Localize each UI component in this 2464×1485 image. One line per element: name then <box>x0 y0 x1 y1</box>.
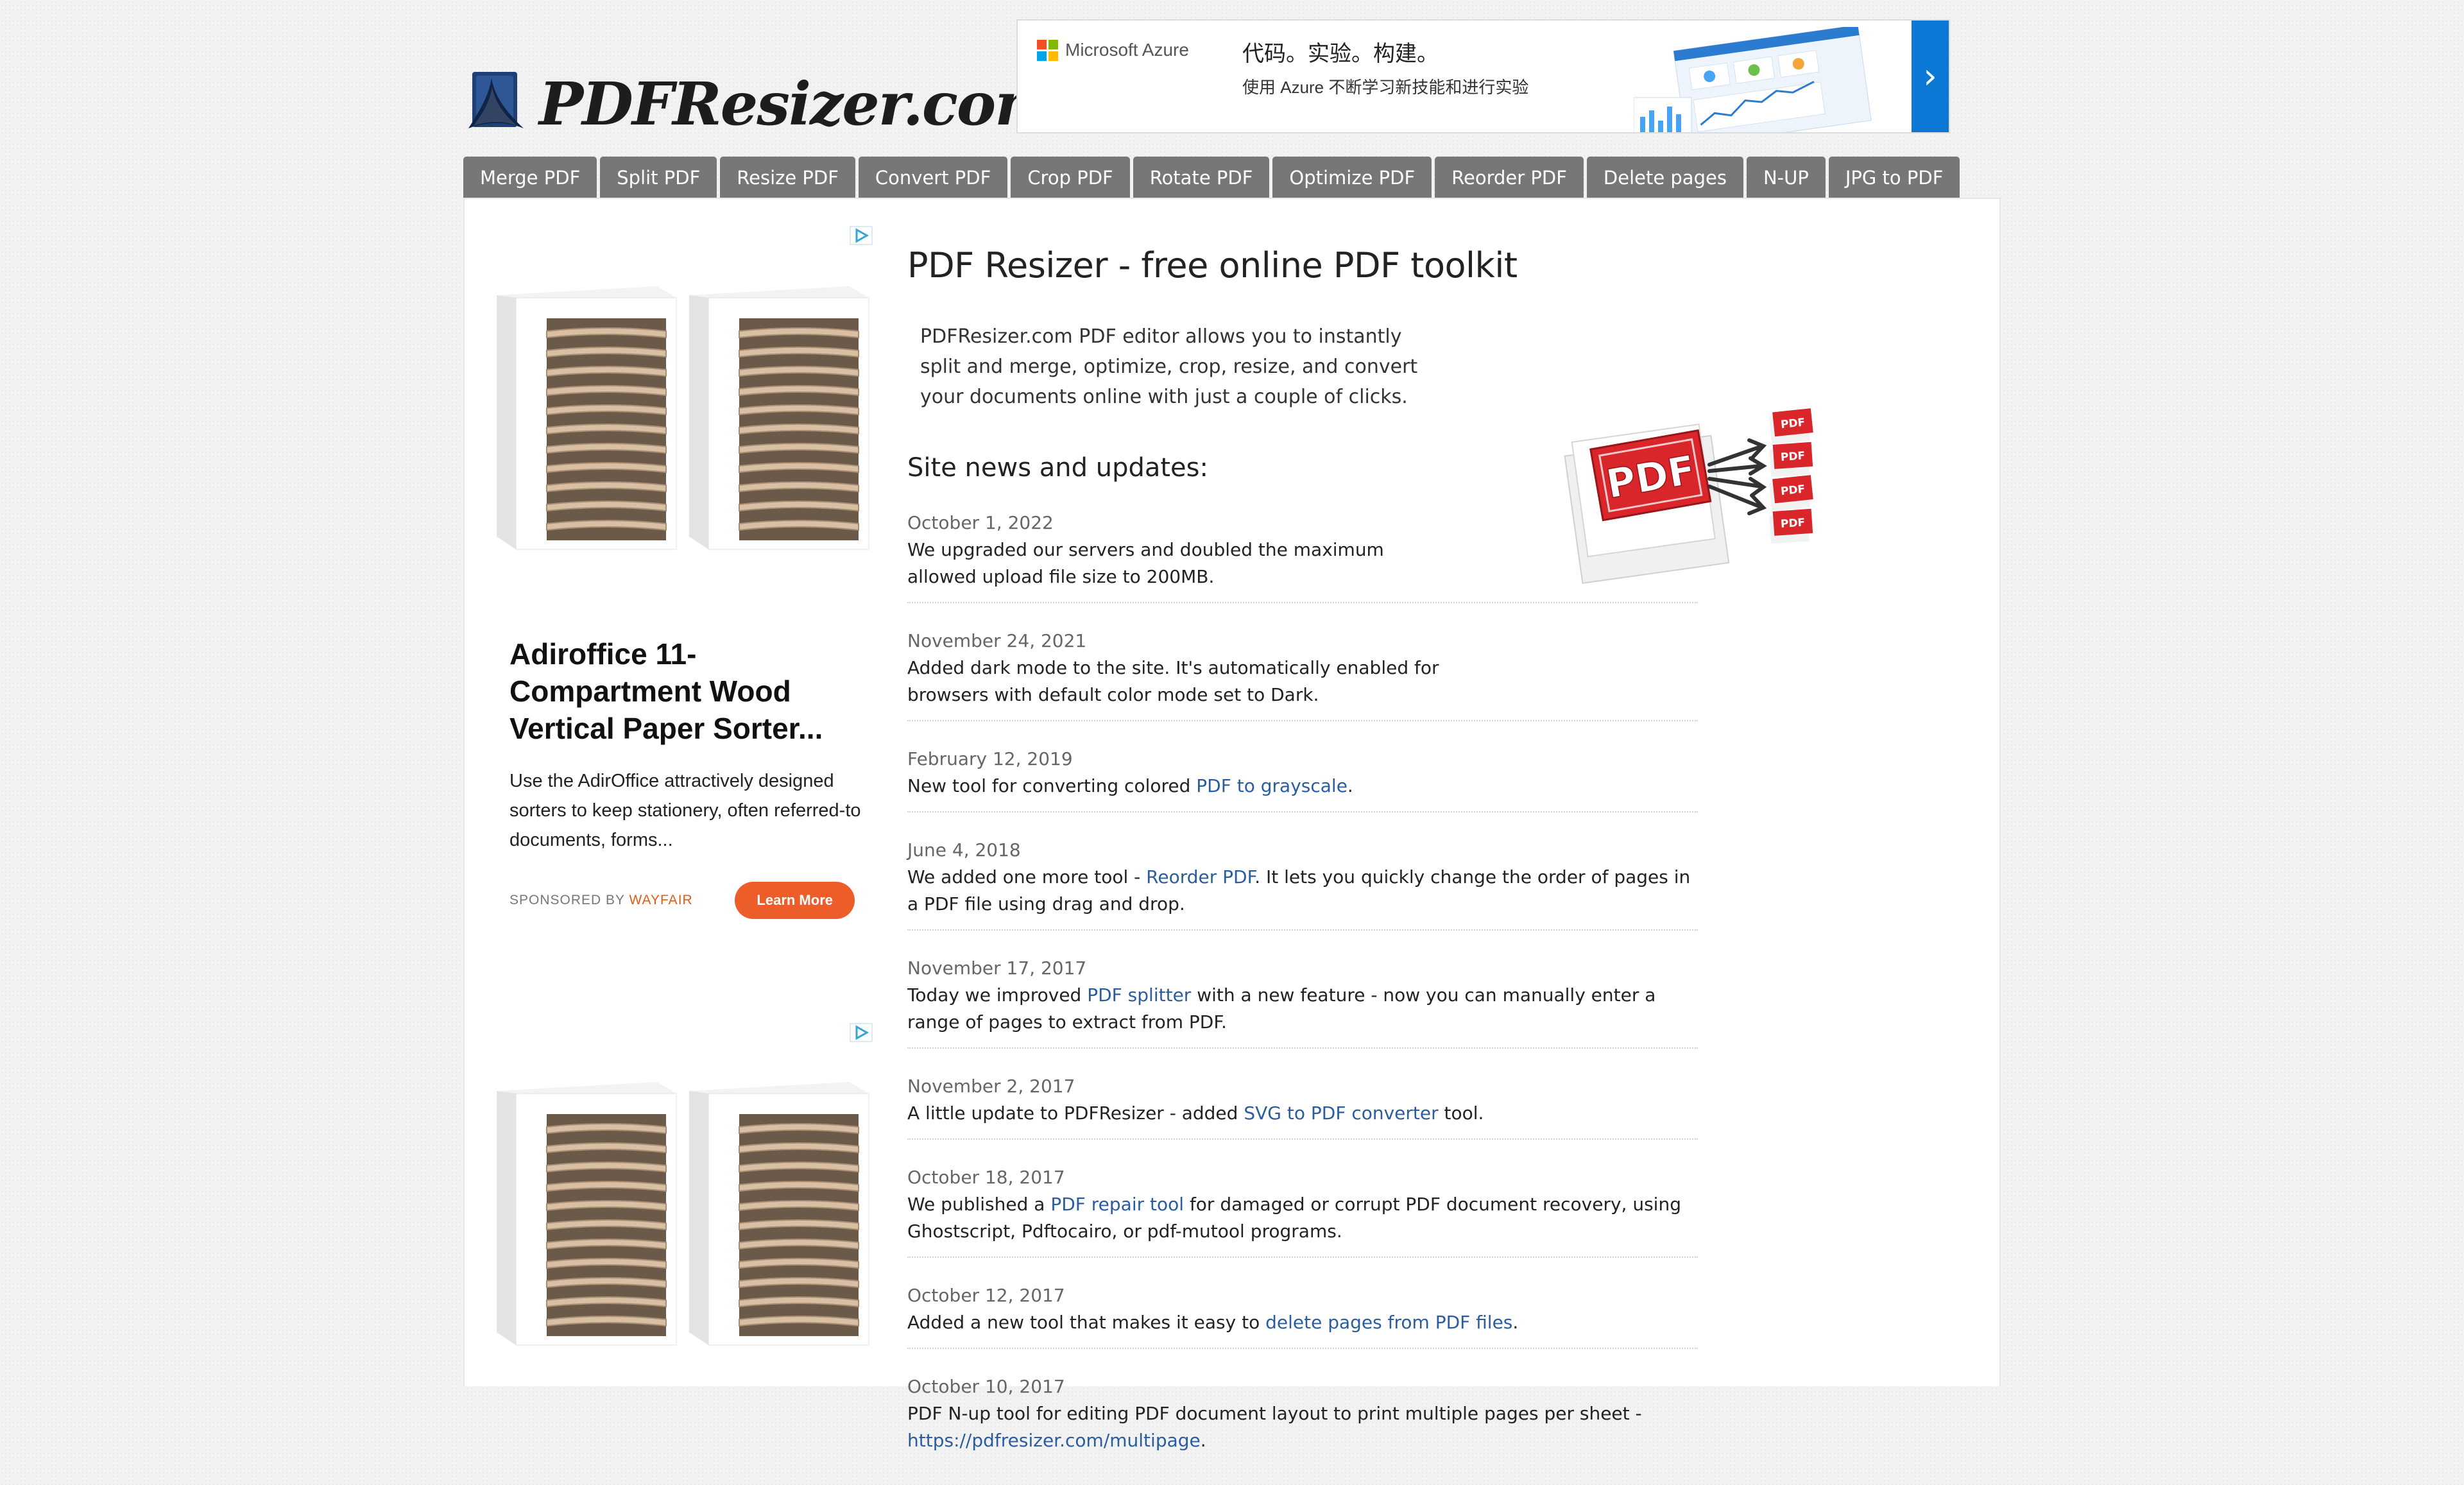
banner-ad-dashboard-image <box>1634 27 1872 132</box>
page: PDFResizer.com Microsoft Azure 代码。实验。构建。… <box>0 0 2464 1451</box>
news-text-part: . <box>1512 1312 1519 1333</box>
banner-ad-headline: 代码。实验。构建。 <box>1242 42 1439 66</box>
news-text: Added dark mode to the site. It's automa… <box>907 655 1440 708</box>
chevron-right-icon[interactable]: › <box>1912 21 1949 132</box>
side-ad-footer: SPONSORED BY WAYFAIR Learn More <box>509 882 855 919</box>
small-pdf-label: PDF <box>1780 450 1805 465</box>
news-text: We added one more tool - Reorder PDF. It… <box>907 864 1698 918</box>
news-text: We published a PDF repair tool for damag… <box>907 1191 1698 1245</box>
multipage-link[interactable]: https://pdfresizer.com/multipage <box>907 1430 1201 1451</box>
main-nav: Merge PDF Split PDF Resize PDF Convert P… <box>463 157 1960 198</box>
adobe-pdf-logo-icon <box>468 72 524 128</box>
content-panel: Adiroffice 11-Compartment Wood Vertical … <box>463 198 2001 1451</box>
side-ad-card: Adiroffice 11-Compartment Wood Vertical … <box>509 635 869 919</box>
news-text-part: A little update to PDFResizer - added <box>907 1103 1244 1124</box>
microsoft-logo-icon <box>1037 40 1059 62</box>
small-pdf-label: PDF <box>1780 517 1805 531</box>
news-text: Today we improved PDF splitter with a ne… <box>907 982 1698 1036</box>
news-text: Added a new tool that makes it easy to d… <box>907 1309 1698 1336</box>
nav-tab-n-up[interactable]: N-UP <box>1746 157 1826 198</box>
pdf-splitter-link[interactable]: PDF splitter <box>1087 984 1191 1006</box>
news-text: We upgraded our servers and doubled the … <box>907 536 1440 590</box>
news-item: November 2, 2017 A little update to PDFR… <box>907 1068 1698 1140</box>
news-list: October 1, 2022 We upgraded our servers … <box>907 504 1698 1466</box>
reorder-pdf-link[interactable]: Reorder PDF <box>1146 866 1254 888</box>
nav-tab-split-pdf[interactable]: Split PDF <box>600 157 717 198</box>
sponsored-by-label: SPONSORED BY <box>509 893 625 907</box>
svg-to-pdf-link[interactable]: SVG to PDF converter <box>1244 1103 1438 1124</box>
adchoices-icon[interactable] <box>850 226 873 245</box>
news-date: November 24, 2021 <box>907 630 1087 651</box>
news-text-part: . <box>1347 775 1353 796</box>
news-text-part: We published a <box>907 1194 1051 1215</box>
news-item: October 10, 2017 PDF N-up tool for editi… <box>907 1368 1698 1466</box>
nav-tab-delete-pages[interactable]: Delete pages <box>1586 157 1743 198</box>
news-text-part: Added a new tool that makes it easy to <box>907 1312 1266 1333</box>
nav-tab-reorder-pdf[interactable]: Reorder PDF <box>1435 157 1584 198</box>
side-ad-title[interactable]: Adiroffice 11-Compartment Wood Vertical … <box>509 635 869 747</box>
banner-ad[interactable]: Microsoft Azure 代码。实验。构建。 使用 Azure 不断学习新… <box>1016 19 1950 133</box>
nav-tab-resize-pdf[interactable]: Resize PDF <box>720 157 855 198</box>
news-date: November 17, 2017 <box>907 957 1087 979</box>
nav-tab-merge-pdf[interactable]: Merge PDF <box>463 157 597 198</box>
logo-text: PDFResizer.com <box>539 69 1057 139</box>
adchoices-icon[interactable] <box>850 1023 873 1042</box>
news-text-part: We upgraded our servers and doubled the … <box>907 539 1384 587</box>
banner-ad-brand: Microsoft Azure <box>1065 40 1189 60</box>
news-item: February 12, 2019 New tool for convertin… <box>907 741 1698 812</box>
news-text-part: PDF N-up tool for editing PDF document l… <box>907 1403 1642 1424</box>
news-date: November 2, 2017 <box>907 1076 1075 1097</box>
learn-more-button[interactable]: Learn More <box>735 882 855 919</box>
paper-sorter-product-image-2[interactable] <box>490 1082 875 1352</box>
side-ad-description: Use the AdirOffice attractively designed… <box>509 771 861 850</box>
news-text-part: Added dark mode to the site. It's automa… <box>907 657 1439 705</box>
nav-tab-convert-pdf[interactable]: Convert PDF <box>858 157 1008 198</box>
pdf-to-grayscale-link[interactable]: PDF to grayscale <box>1196 775 1348 796</box>
side-ad-sponsor: SPONSORED BY WAYFAIR <box>509 893 693 908</box>
paper-sorter-product-image[interactable] <box>490 286 875 556</box>
news-text: PDF N-up tool for editing PDF document l… <box>907 1400 1698 1454</box>
nav-tab-jpg-to-pdf[interactable]: JPG to PDF <box>1828 157 1960 198</box>
page-title: PDF Resizer - free online PDF toolkit <box>907 245 1518 286</box>
news-text-part: . <box>1200 1430 1206 1451</box>
news-text: New tool for converting colored PDF to g… <box>907 773 1698 800</box>
site-logo[interactable]: PDFResizer.com <box>463 64 1057 141</box>
intro-text: PDFResizer.com PDF editor allows you to … <box>920 325 1418 408</box>
news-text-part: tool. <box>1438 1103 1484 1124</box>
pdf-repair-link[interactable]: PDF repair tool <box>1050 1194 1184 1215</box>
news-text-part: We added one more tool - <box>907 866 1147 888</box>
news-item: October 18, 2017 We published a PDF repa… <box>907 1159 1698 1258</box>
nav-tab-rotate-pdf[interactable]: Rotate PDF <box>1133 157 1270 198</box>
news-item: June 4, 2018 We added one more tool - Re… <box>907 832 1698 931</box>
small-pdf-label: PDF <box>1780 483 1806 498</box>
news-date: October 12, 2017 <box>907 1285 1065 1306</box>
pdf-split-illustration: PDF PDF PDF PDF PDF <box>1564 408 1813 584</box>
news-date: June 4, 2018 <box>907 839 1021 861</box>
delete-pages-link[interactable]: delete pages from PDF files <box>1265 1312 1512 1333</box>
news-item: November 17, 2017 Today we improved PDF … <box>907 950 1698 1049</box>
news-date: October 10, 2017 <box>907 1376 1065 1397</box>
news-text-part: New tool for converting colored <box>907 775 1197 796</box>
nav-tab-crop-pdf[interactable]: Crop PDF <box>1011 157 1130 198</box>
small-pdf-label: PDF <box>1780 416 1806 431</box>
news-date: February 12, 2019 <box>907 748 1073 769</box>
sponsor-name[interactable]: WAYFAIR <box>629 893 693 907</box>
news-item: November 24, 2021 Added dark mode to the… <box>907 622 1698 721</box>
news-item: October 12, 2017 Added a new tool that m… <box>907 1277 1698 1349</box>
nav-tab-optimize-pdf[interactable]: Optimize PDF <box>1272 157 1432 198</box>
banner-ad-subline: 使用 Azure 不断学习新技能和进行实验 <box>1242 78 1529 97</box>
news-date: October 18, 2017 <box>907 1167 1065 1188</box>
news-text-part: Today we improved <box>907 984 1088 1006</box>
news-text: A little update to PDFResizer - added SV… <box>907 1100 1698 1127</box>
